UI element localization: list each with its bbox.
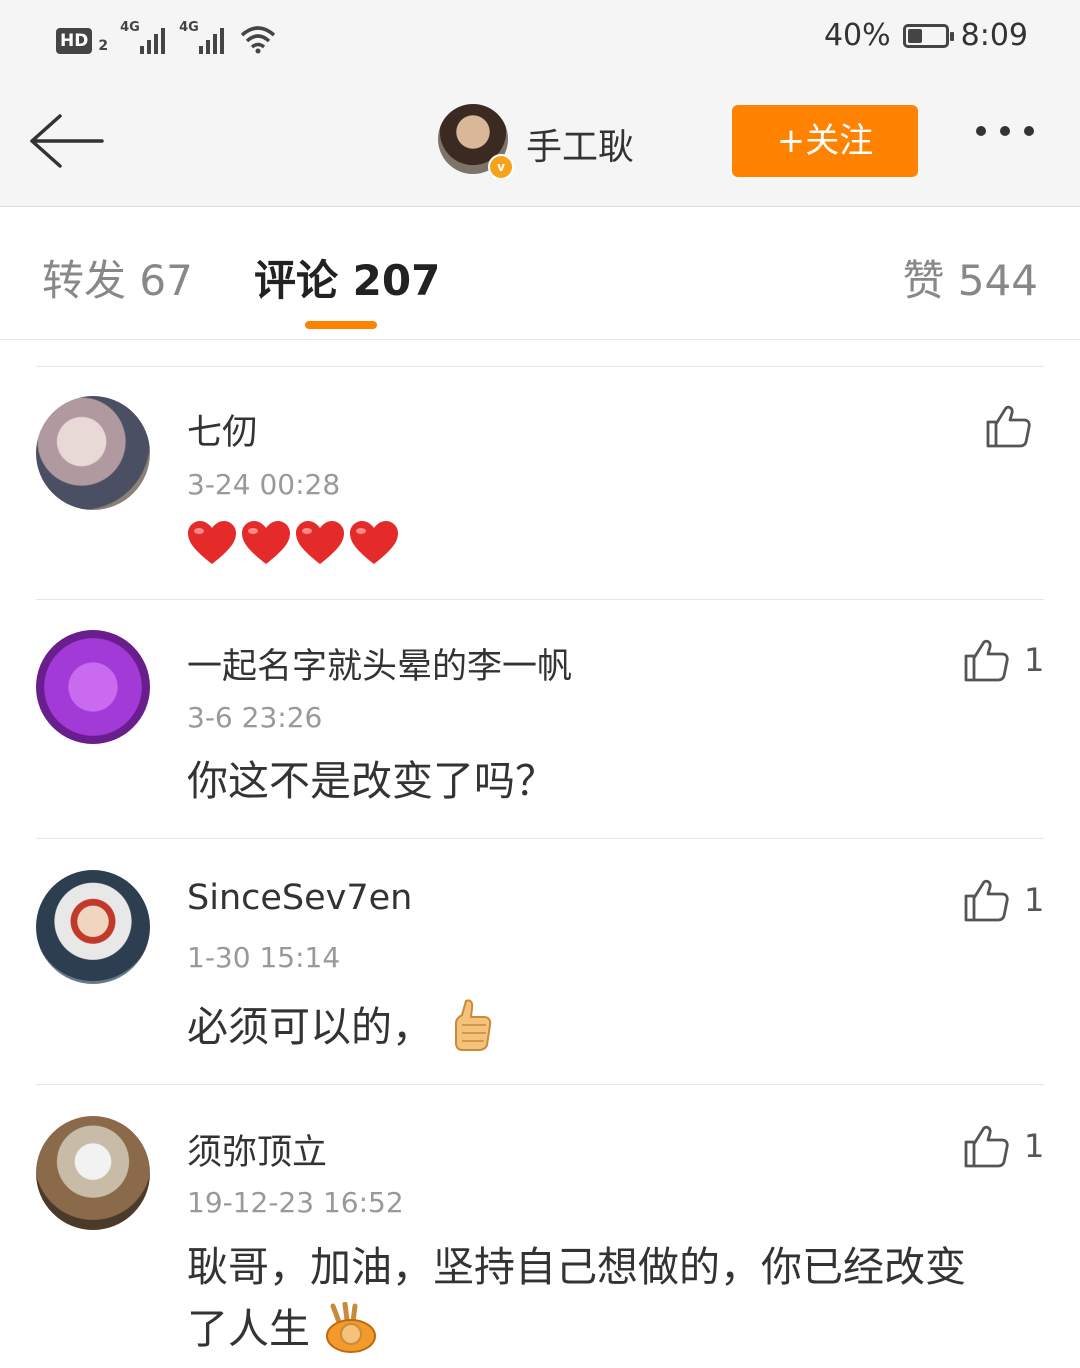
user-avatar[interactable]	[36, 396, 150, 510]
comment-time: 3-24 00:28	[187, 468, 341, 501]
like-button[interactable]: 1	[962, 876, 1044, 924]
back-arrow-icon[interactable]	[26, 108, 106, 174]
red-heart-icon	[350, 521, 398, 564]
battery-percent: 40%	[823, 18, 891, 53]
signal-icon: 4G	[120, 20, 166, 54]
user-avatar[interactable]	[36, 630, 150, 744]
user-avatar[interactable]	[36, 870, 150, 984]
like-count: 1	[1024, 641, 1045, 679]
comment-username[interactable]: 一起名字就头晕的李一帆	[187, 638, 572, 689]
comment-time: 1-30 15:14	[187, 941, 341, 974]
comment-text-line-2: 了人生	[187, 1298, 1047, 1360]
like-count: 1	[1024, 881, 1045, 919]
network-type-1: 4G	[120, 20, 140, 35]
like-button[interactable]	[984, 402, 1032, 450]
author-name[interactable]: 手工耿	[526, 118, 634, 170]
battery-icon	[902, 23, 954, 48]
thumbs-up-emoji-icon	[455, 999, 492, 1051]
comment-text: 必须可以的，	[187, 996, 1047, 1058]
comment-time: 19-12-23 16:52	[187, 1186, 404, 1219]
nav-bar: v 手工耿 +关注	[0, 80, 1080, 207]
fist-palm-emoji-icon	[326, 1302, 377, 1353]
divider	[36, 366, 1044, 367]
comment-username[interactable]: 须弥顶立	[187, 1124, 327, 1175]
network-type-2: 4G	[179, 20, 199, 35]
divider	[36, 599, 1044, 600]
comment-time: 3-6 23:26	[187, 701, 323, 734]
status-right: 40% 8:09	[824, 18, 1028, 53]
more-options-icon[interactable]	[976, 126, 1034, 136]
thumbs-up-outline-icon	[964, 1125, 1009, 1168]
comment-text: 你这不是改变了吗？	[187, 757, 556, 805]
comment-text	[186, 520, 400, 566]
status-bar: HD 2 4G 4G 40% 8:09	[0, 0, 1080, 80]
tab-bar: 转发 67 评论 207 赞 544	[0, 207, 1080, 340]
thumbs-up-outline-icon	[964, 639, 1009, 682]
comment-text-line: 耿哥，加油，坚持自己想做的，你已经改变	[187, 1243, 966, 1291]
thumbs-up-outline-icon	[964, 879, 1009, 922]
like-button[interactable]: 1	[962, 1122, 1044, 1170]
tab-like[interactable]: 赞 544	[902, 247, 1038, 308]
clock: 8:09	[960, 18, 1028, 53]
comment-text: 耿哥，加油，坚持自己想做的，你已经改变 了人生	[187, 1236, 1047, 1360]
divider	[36, 1084, 1044, 1085]
divider	[36, 838, 1044, 839]
sim-number: 2	[98, 38, 109, 54]
comment-text-content: 了人生	[187, 1305, 310, 1353]
user-avatar[interactable]	[36, 1116, 150, 1230]
status-left: HD 2 4G 4G	[56, 20, 276, 54]
like-button[interactable]: 1	[962, 636, 1044, 684]
like-count: 1	[1024, 1127, 1045, 1165]
red-heart-icon	[188, 521, 236, 564]
thumbs-up-outline-icon	[986, 405, 1031, 448]
comment-username[interactable]: 七仞	[187, 404, 257, 455]
red-heart-icon	[242, 521, 290, 564]
follow-button[interactable]: +关注	[732, 105, 918, 177]
tab-repost[interactable]: 转发 67	[42, 247, 193, 308]
comment-text-content: 必须可以的，	[187, 1003, 433, 1051]
verified-badge: v	[488, 154, 514, 180]
wifi-icon	[240, 26, 276, 54]
comment-username[interactable]: SinceSev7en	[187, 878, 412, 918]
active-tab-indicator	[305, 321, 377, 329]
hd-badge: HD	[56, 28, 93, 54]
red-heart-icon	[296, 521, 344, 564]
tab-comment[interactable]: 评论 207	[254, 247, 440, 308]
signal-icon: 4G	[179, 20, 225, 54]
